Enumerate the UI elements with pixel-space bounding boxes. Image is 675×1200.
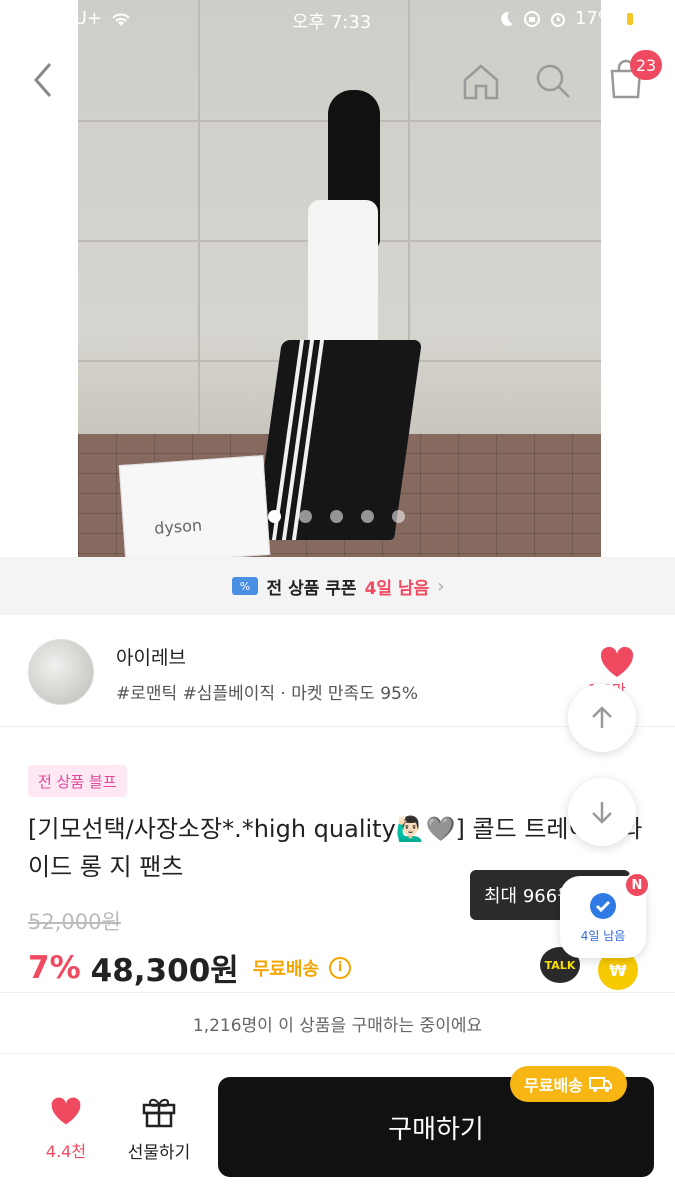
price-row: 7% 48,300원 무료배송 i xyxy=(28,945,352,990)
scroll-up-button[interactable] xyxy=(568,684,636,752)
arrow-up-icon xyxy=(592,706,612,728)
battery-icon xyxy=(623,8,663,29)
pagination-dot[interactable] xyxy=(330,510,343,523)
coupon-remaining: 4일 남음 xyxy=(364,578,430,599)
arrow-down-icon xyxy=(592,802,612,824)
discount-rate: 7% xyxy=(28,949,81,986)
svg-text:%: % xyxy=(239,580,249,593)
home-button[interactable] xyxy=(460,60,502,102)
like-count: 4.4천 xyxy=(45,1142,87,1161)
pagination-dot[interactable] xyxy=(268,510,281,523)
heart-icon xyxy=(51,1097,81,1125)
shipping-label: 무료배송 xyxy=(252,958,320,980)
shopping-bag: dyson xyxy=(118,455,271,557)
gift-label: 선물하기 xyxy=(127,1143,191,1163)
scroll-down-button[interactable] xyxy=(568,778,636,846)
search-icon xyxy=(536,64,570,98)
seller-name[interactable]: 아이레브 xyxy=(116,643,186,670)
seller-tags: #로맨틱 #심플베이직 · 마켓 만족도 95% xyxy=(116,684,419,704)
buyers-notice: 1,216명이 이 상품을 구매하는 중이에요 xyxy=(0,992,675,1054)
coupon-banner[interactable]: % 전 상품 쿠폰 4일 남음 › xyxy=(0,557,675,615)
moon-icon xyxy=(501,11,513,26)
coupon-icon: % xyxy=(231,577,258,595)
bottom-action-bar: 4.4천 선물하기 구매하기 무료배송 xyxy=(0,1054,675,1200)
free-shipping-badge: 무료배송 xyxy=(510,1066,627,1102)
gallery-pagination xyxy=(268,510,405,523)
search-button[interactable] xyxy=(532,60,574,102)
free-shipping-label: 무료배송 xyxy=(524,1076,583,1095)
wifi-icon xyxy=(112,13,130,26)
rotation-lock-icon xyxy=(523,10,540,27)
promo-tag: 전 상품 블프 xyxy=(28,765,127,797)
verified-badge-icon xyxy=(590,892,616,919)
gift-button[interactable]: 선물하기 xyxy=(118,1094,200,1163)
chevron-left-icon xyxy=(34,63,52,97)
original-price: 52,000원 xyxy=(28,910,121,934)
truck-icon xyxy=(588,1077,612,1092)
heart-icon[interactable] xyxy=(597,643,637,683)
battery-percent: 17% xyxy=(574,8,615,29)
info-icon[interactable]: i xyxy=(329,956,352,979)
close-icon xyxy=(33,27,61,55)
pagination-dot[interactable] xyxy=(299,510,312,523)
coupon-float-label: 4일 남음 xyxy=(580,928,626,943)
alarm-icon xyxy=(550,12,565,27)
status-bar: LG U+ 오후 7:33 17% xyxy=(0,0,675,38)
chevron-right-icon: › xyxy=(437,575,445,597)
seller-avatar[interactable] xyxy=(28,639,94,705)
home-icon xyxy=(463,64,499,100)
bag-logo-text: dyson xyxy=(153,515,203,538)
new-badge: N xyxy=(624,872,650,898)
gift-icon xyxy=(142,1098,176,1128)
close-button[interactable] xyxy=(28,22,66,60)
status-time: 오후 7:33 xyxy=(292,12,372,33)
back-button[interactable] xyxy=(28,60,58,100)
sale-price: 48,300원 xyxy=(90,953,239,989)
like-button[interactable]: 4.4천 xyxy=(38,1094,94,1162)
cart-count-badge: 23 xyxy=(630,50,662,80)
pagination-dot[interactable] xyxy=(392,510,405,523)
coupon-title: 전 상품 쿠폰 xyxy=(266,578,357,599)
pagination-dot[interactable] xyxy=(361,510,374,523)
